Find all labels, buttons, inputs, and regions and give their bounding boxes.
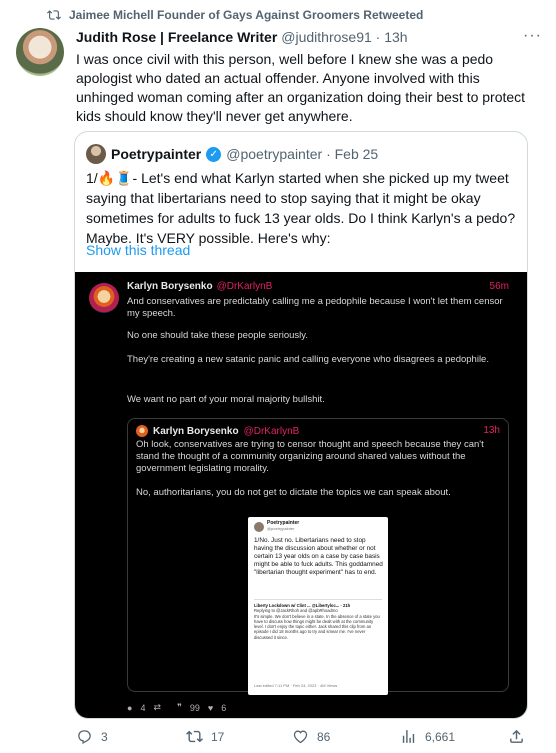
quote-header: Poetrypainter ✓ @poetrypainter · Feb 25 — [86, 144, 378, 164]
screenshot-retweet-icon: ⇄ — [153, 702, 161, 712]
embedded-divider — [254, 599, 382, 600]
embedded-author-handle: @poetrypainter — [267, 526, 295, 531]
screenshot-paragraph-1: And conservatives are predictably callin… — [127, 296, 503, 319]
quote-text: 1/🔥🧵- Let's end what Karlyn started when… — [86, 170, 516, 246]
views-button[interactable]: 6,661 — [400, 728, 508, 745]
author-handle[interactable]: @judithrose91 · 13h — [281, 29, 407, 45]
retweet-icon — [47, 10, 61, 20]
screenshot-time: 56m — [489, 281, 509, 292]
more-options-icon[interactable]: ··· — [523, 27, 542, 45]
inner-quote-time: 13h — [483, 425, 500, 436]
verified-badge-icon: ✓ — [206, 146, 222, 162]
reply-icon — [78, 730, 91, 744]
retweet-button[interactable]: 17 — [186, 728, 292, 745]
inner-quote-header: Karlyn Borysenko @DrKarlynB — [136, 425, 299, 437]
quote-avatar — [86, 144, 106, 164]
embedded-avatar — [254, 522, 264, 532]
embedded-tweet-image: Poetrypainter @poetrypainter 1/No. Just … — [248, 517, 388, 695]
author-name[interactable]: Judith Rose | Freelance Writer — [76, 29, 277, 45]
screenshot-paragraph-4: We want no part of your moral majority b… — [127, 394, 325, 405]
retweet-icon — [186, 730, 203, 743]
inner-quote-author-handle: @DrKarlynB — [243, 425, 300, 437]
views-count: 6,661 — [425, 729, 456, 744]
quote-author-name: Poetrypainter — [111, 146, 202, 162]
inner-quote-paragraph-2: No, authoritarians, you do not get to di… — [136, 487, 451, 498]
show-thread-link[interactable]: Show this thread — [86, 242, 190, 258]
reply-count: 3 — [101, 729, 108, 744]
heart-icon — [293, 730, 308, 744]
reply-button[interactable]: 3 — [76, 728, 186, 745]
tweet-text: I was once civil with this person, well … — [76, 51, 526, 124]
screenshot-like-icon: ♥ — [207, 702, 214, 713]
action-bar: 3 17 86 6,661 — [76, 728, 541, 745]
like-count: 86 — [317, 729, 331, 744]
screenshot-quote-count: 99 — [189, 702, 200, 713]
screenshot-reply-count: 4 — [140, 702, 146, 713]
inner-quote-author-name: Karlyn Borysenko — [153, 425, 239, 437]
screenshot-author-name: Karlyn Borysenko — [127, 281, 213, 292]
retweet-indicator[interactable]: Jaimee Michell Founder of Gays Against G… — [47, 8, 423, 22]
screenshot-like-count: 6 — [221, 702, 227, 713]
tweet-header: Judith Rose | Freelance Writer @judithro… — [76, 27, 542, 45]
share-icon — [510, 729, 523, 743]
embedded-footer: Last edited 7:11 PM · Feb 24, 2023 · 4M … — [254, 683, 338, 688]
screenshot-quote-icon: ❞ — [177, 702, 182, 712]
embedded-quote-text: It's simple. We don't believe in a state… — [254, 613, 380, 640]
views-chart-icon — [402, 730, 415, 743]
embedded-tweet-text: 1/No. Just no. Libertarians need to stop… — [254, 537, 383, 576]
screenshot-paragraph-2: No one should take these people seriousl… — [127, 330, 308, 341]
screenshot-inner-quote: Karlyn Borysenko @DrKarlynB 13h Oh look,… — [127, 418, 509, 695]
avatar[interactable] — [16, 28, 64, 76]
screenshot-author: Karlyn Borysenko @DrKarlynB — [127, 281, 272, 292]
share-button[interactable] — [508, 728, 525, 745]
screenshot-avatar — [89, 283, 119, 313]
screenshot-stats: ● 4 ⇄ ❞ 99 ♥ 6 — [127, 702, 226, 713]
screenshot-author-handle: @DrKarlynB — [216, 281, 273, 292]
embedded-quote: Liberty Lockdown w/ Clint ... @Libertylo… — [254, 603, 382, 640]
inner-quote-paragraph-1: Oh look, conservatives are trying to cen… — [136, 439, 484, 474]
retweet-count: 17 — [211, 729, 225, 744]
attached-screenshot[interactable]: Karlyn Borysenko @DrKarlynB 56m And conse… — [75, 272, 527, 718]
quote-author-handle: @poetrypainter · Feb 25 — [226, 146, 379, 162]
retweet-text: Jaimee Michell Founder of Gays Against G… — [69, 8, 424, 22]
screenshot-reply-icon: ● — [127, 702, 133, 713]
screenshot-paragraph-3: They're creating a new satanic panic and… — [127, 354, 489, 365]
like-button[interactable]: 86 — [292, 728, 400, 745]
inner-quote-avatar — [136, 425, 148, 437]
quoted-tweet[interactable]: Poetrypainter ✓ @poetrypainter · Feb 25 … — [74, 131, 528, 719]
